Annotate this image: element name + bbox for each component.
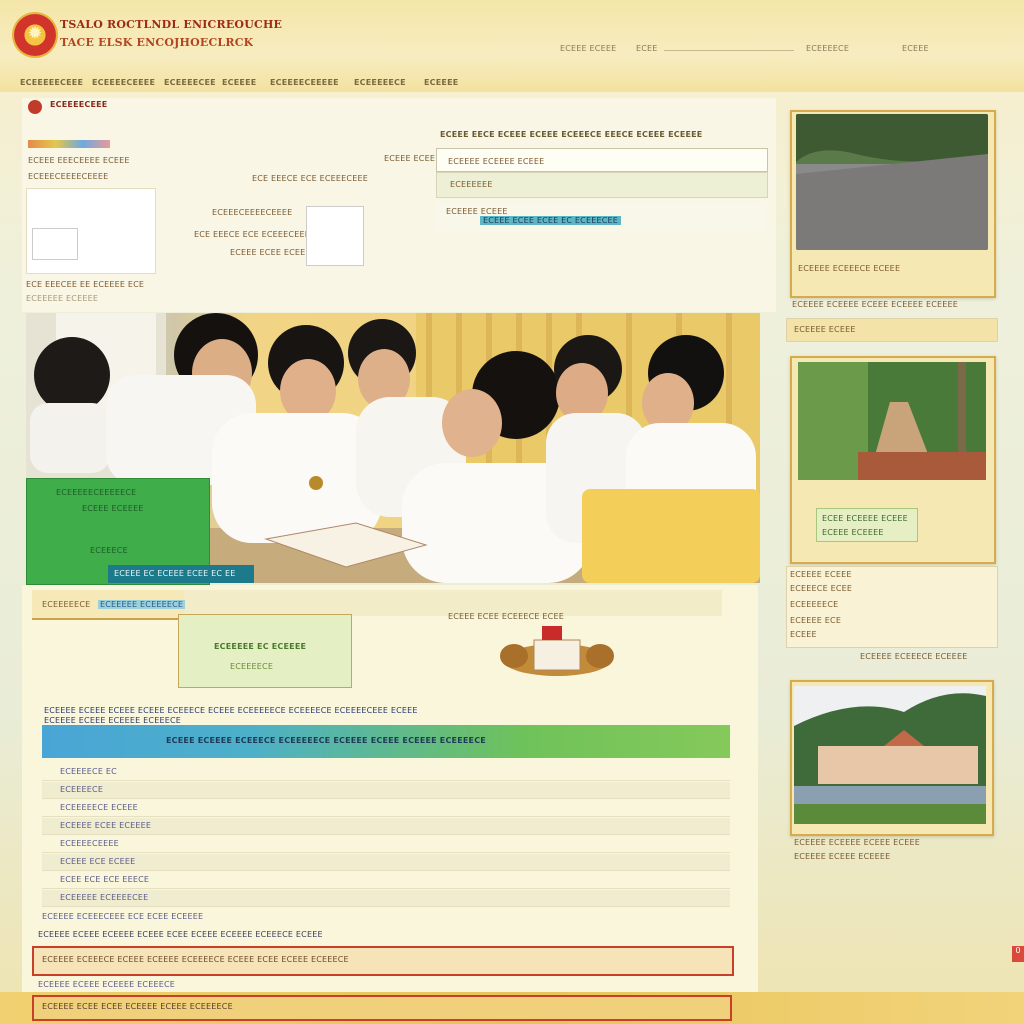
- info-label-1: ECEEECEEEECEEEE: [212, 208, 293, 217]
- note-line-2: ECEEEE ECEEE ECEEEE ECEEE ECEE ECEEE ECE…: [38, 930, 323, 939]
- side-badge-line-2: ECEEE ECEEEE: [822, 528, 884, 537]
- site-title-line-1: TSALO ROCTLNDL ENICREOUCHE: [60, 18, 283, 31]
- book-emblem: [500, 626, 614, 680]
- nav-item-5[interactable]: ECEEEECEEEEE: [270, 78, 339, 87]
- list-item[interactable]: [42, 764, 730, 781]
- side-link-3[interactable]: ECEEEEECE: [790, 600, 838, 609]
- side-item-1[interactable]: ECEEEE ECEEEE ECEEE ECEEEE ECEEEE: [792, 300, 958, 309]
- forest-path-photo: [798, 362, 986, 480]
- list-item-label-6: ECEEE ECE ECEEE: [60, 857, 136, 866]
- list-item[interactable]: [42, 800, 730, 817]
- side-link-1[interactable]: ECEEEE ECEEE: [790, 570, 852, 579]
- caption-line-2: ECEEEEE ECEEEE: [26, 294, 99, 303]
- book-emblem-icon: [500, 626, 614, 676]
- list-item[interactable]: [42, 782, 730, 799]
- highlight-box-2-text: ECEEEE ECEE ECEE ECEEEE ECEEE ECEEEECE: [42, 1002, 233, 1011]
- info-line-3: ECE EEECE ECE ECEEECEEE: [252, 174, 368, 183]
- info-label-2: ECE EEECE ECE ECEEECEEE: [194, 230, 310, 239]
- list-item-label-1: ECEEEECE EC: [60, 767, 117, 776]
- list-item-label-8: ECEEEEE ECEEEECEE: [60, 893, 149, 902]
- highlight-box-1-text: ECEEEE ECEEECE ECEEE ECEEEE ECEEEECE ECE…: [42, 955, 349, 964]
- side-link-2[interactable]: ECEEECE ECEE: [790, 584, 852, 593]
- nav-item-7[interactable]: ECEEEE: [424, 78, 458, 87]
- overlay-line-1: ECEEEEECEEEEECE: [56, 488, 137, 497]
- side-link-5[interactable]: ECEEE: [790, 630, 817, 639]
- intro-line: ECEEEE ECEEE ECEEE ECEEE ECEEECE ECEEE E…: [44, 706, 418, 715]
- color-strip: [28, 140, 110, 148]
- header-divider: [664, 50, 794, 51]
- side-item-2: ECEEEE ECEEE: [794, 325, 856, 334]
- info-label-3: ECEEE ECEE ECEEEE: [230, 248, 316, 257]
- form-field-2-label: ECEEEEEE: [450, 180, 493, 189]
- qr-box[interactable]: [306, 206, 364, 266]
- tab-label: ECEEEEECE: [42, 600, 91, 609]
- featured-card[interactable]: [178, 614, 352, 688]
- side-card-3-line-2: ECEEEE ECEEE ECEEEE: [794, 852, 891, 861]
- tab-title[interactable]: ECEEEEE ECEEEECE: [98, 600, 186, 609]
- featured-card-line-1: ECEEEEE EC ECEEEE: [214, 642, 307, 651]
- breadcrumb-icon: [28, 100, 42, 114]
- form-link[interactable]: ECEEE ECEE ECEE EC ECEEECEE: [480, 216, 622, 225]
- header-link-1[interactable]: ECEEE ECEEE: [560, 44, 616, 53]
- emblem-icon: ✹: [27, 23, 43, 44]
- info-line-1: ECEEE EEECEEEE ECEEE: [28, 156, 130, 165]
- overlay-line-2: ECEEE ECEEEE: [82, 504, 144, 513]
- side-card-3-line-1: ECEEEE ECEEEE ECEEE ECEEE: [794, 838, 920, 847]
- caption-line-1: ECE EEECEE EE ECEEEE ECE: [26, 280, 145, 289]
- list-item-label-2: ECEEEECE: [60, 785, 104, 794]
- header-link-2[interactable]: ECEE: [636, 44, 658, 53]
- list-item-label-5: ECEEEECEEEE: [60, 839, 119, 848]
- featured-card-line-2: ECEEEECE: [230, 662, 274, 671]
- path-photo: [796, 114, 988, 250]
- nav-item-1[interactable]: ECEEEEECEEE: [20, 78, 83, 87]
- form-field-3-label: ECEEEE ECEEE: [446, 207, 508, 216]
- header-link-4[interactable]: ECEEE: [902, 44, 929, 53]
- list-item-label-4: ECEEEE ECEE ECEEEE: [60, 821, 152, 830]
- info-card-thumb: [32, 228, 78, 260]
- header-link-3[interactable]: ECEEEECE: [806, 44, 849, 53]
- campus-path-image: [796, 114, 988, 250]
- list-item-label-7: ECEE ECE ECE EEECE: [60, 875, 150, 884]
- breadcrumb[interactable]: ECEEEECEEE: [50, 100, 107, 109]
- side-badge-line-1: ECEE ECEEEE ECEEE: [822, 514, 908, 523]
- form-field-1-label: ECEEEE ECEEEE ECEEE: [448, 157, 545, 166]
- form-title: ECEEE EECE ECEEE ECEEE ECEEECE EEECE ECE…: [440, 130, 703, 139]
- nav-item-4[interactable]: ECEEEE: [222, 78, 256, 87]
- info-line-2: ECEEECEEEECEEEE: [28, 172, 109, 181]
- campus-building-photo: [794, 686, 986, 824]
- side-more-link[interactable]: ECEEEE ECEEECE ECEEEE: [860, 652, 967, 661]
- note-line-3: ECEEEE ECEEE ECEEEE ECEEECE: [38, 980, 175, 989]
- photo-caption-text: ECEEE EC ECEEE ECEE EC EE: [114, 569, 236, 578]
- list-item[interactable]: [42, 836, 730, 853]
- side-card-1-caption: ECEEEE ECEEECE ECEEE: [798, 264, 901, 273]
- corner-button[interactable]: 0: [1012, 946, 1024, 962]
- nav-item-3[interactable]: ECEEEECEE: [164, 78, 216, 87]
- nav-item-6[interactable]: ECEEEEECE: [354, 78, 406, 87]
- forest-path-image: [798, 362, 986, 480]
- section-banner-text: ECEEE ECEEEE ECEEECE ECEEEEECE ECEEEE EC…: [166, 736, 486, 745]
- intro-line-2: ECEEEE ECEEE ECEEEE ECEEECE: [44, 716, 181, 725]
- school-logo[interactable]: ✹: [14, 14, 56, 56]
- site-title-line-2: TACE ELSK ENCOJHOECLRCK: [60, 36, 254, 49]
- overlay-line-3: ECEEECE: [90, 546, 128, 555]
- emblem-caption: ECEEE ECEE ECEEECE ECEE: [448, 612, 564, 621]
- list-item[interactable]: [42, 854, 730, 871]
- campus-building-image: [794, 686, 986, 824]
- nav-item-2[interactable]: ECEEEECEEEE: [92, 78, 155, 87]
- list-item-label-3: ECEEEEECE ECEEE: [60, 803, 138, 812]
- side-link-4[interactable]: ECEEEE ECE: [790, 616, 841, 625]
- note-line-1: ECEEEE ECEEECEEE ECE ECEE ECEEEE: [42, 912, 204, 921]
